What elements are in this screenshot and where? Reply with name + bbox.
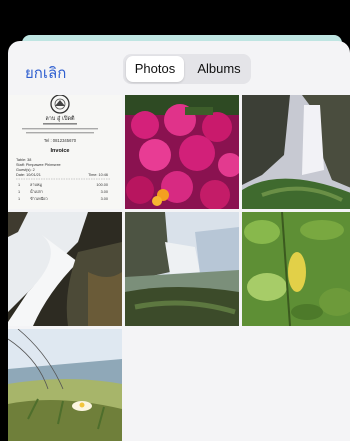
receipt-item-qty: 1 bbox=[18, 197, 20, 201]
receipt-item-qty: 1 bbox=[18, 183, 20, 187]
receipt-guests: Guest(s): 2 bbox=[16, 168, 35, 172]
receipt-date: Date: 10/01/21 bbox=[16, 173, 41, 177]
photo-thumbnail-pink-flowers[interactable] bbox=[125, 95, 239, 209]
receipt-item-price: 100.00 bbox=[96, 183, 108, 187]
tab-photos[interactable]: Photos bbox=[126, 56, 184, 82]
photo-thumbnail-waterfall-cliff[interactable] bbox=[242, 95, 350, 209]
receipt-title: Invoice bbox=[51, 148, 70, 154]
receipt-item-name: ลาบหมู bbox=[30, 182, 42, 187]
photo-thumbnail-green-leaves[interactable] bbox=[242, 212, 350, 326]
photo-thumbnail-receipt[interactable]: ลาบ อู๋ เปิดติ Tel : 0812345670 Invoice … bbox=[8, 95, 122, 209]
receipt-item-name: ข้าวเหนียว bbox=[30, 196, 48, 201]
receipt-item-qty: 1 bbox=[18, 190, 20, 194]
receipt-time: Time: 10:46 bbox=[88, 173, 108, 177]
photo-thumbnail-river-rapids[interactable] bbox=[8, 212, 122, 326]
photo-thumbnail-beach-dunes[interactable] bbox=[8, 329, 122, 441]
photo-thumbnail-waterfall-coast[interactable] bbox=[125, 212, 239, 326]
segmented-control: Photos Albums bbox=[123, 54, 251, 84]
cancel-button[interactable]: ยกเลิก bbox=[25, 61, 66, 85]
receipt-item-price: 3.00 bbox=[101, 197, 108, 201]
receipt-item-price: 3.00 bbox=[101, 190, 108, 194]
receipt-staff: Staff: Pimpawee Phimsree bbox=[16, 163, 61, 167]
receipt-table: Table: 38 bbox=[16, 158, 31, 162]
receipt-tel: Tel : 0812345670 bbox=[44, 138, 77, 143]
receipt-shop-name: ลาบ อู๋ เปิดติ bbox=[45, 115, 75, 122]
receipt-item-name: น้ำเปล่า bbox=[30, 188, 43, 194]
photo-picker-sheet: ยกเลิก Photos Albums ลาบ อู๋ เปิดติ Tel … bbox=[8, 41, 350, 441]
tab-albums[interactable]: Albums bbox=[189, 56, 249, 82]
